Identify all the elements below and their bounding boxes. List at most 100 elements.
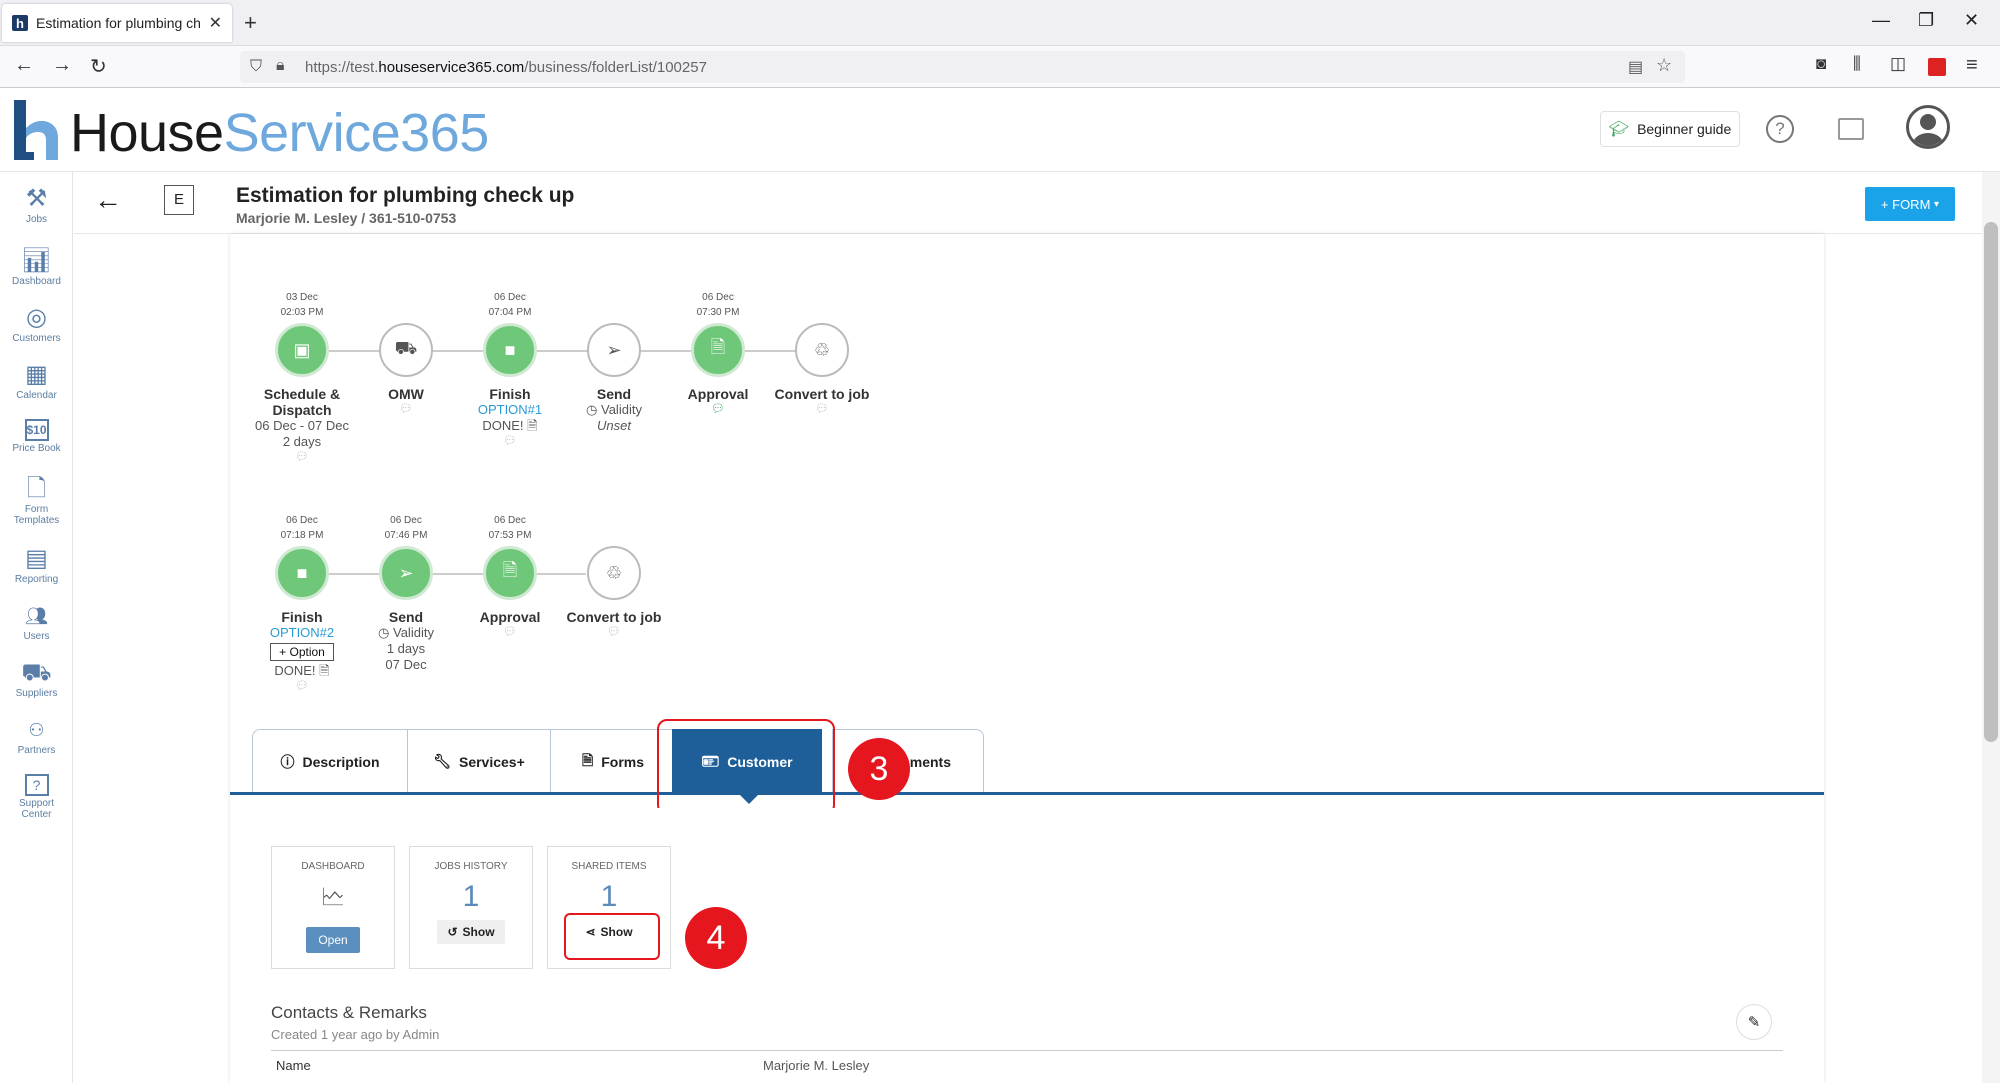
tab-services[interactable]: 🔧︎ Services+ — [407, 729, 551, 793]
clock-icon: ◷ — [586, 402, 598, 417]
send-step[interactable]: ➢ — [587, 323, 641, 377]
truck-icon: ⛟ — [394, 338, 418, 358]
node-label: Convert to job — [566, 609, 662, 625]
truck-icon: ⛟ — [21, 659, 52, 686]
schedule-dispatch-step[interactable]: ▣ — [275, 323, 329, 377]
avatar[interactable] — [1906, 105, 1950, 149]
node-labels: Convert to job 💬︎ — [559, 609, 669, 639]
document-icon[interactable]: 🗎︎ — [527, 418, 537, 433]
comment-icon[interactable]: 💬︎ — [663, 402, 773, 416]
sidebar-item-dashboard[interactable]: 📊︎ Dashboard — [0, 248, 73, 288]
sidebar-item-support-center[interactable]: ? Support Center — [0, 774, 73, 820]
address-bar[interactable]: ⛉ 🔒︎ https://test.houseservice365.com/bu… — [240, 51, 1685, 83]
lock-icon[interactable]: 🔒︎ — [276, 57, 285, 75]
sidebar-item-calendar[interactable]: ▦ Calendar — [0, 362, 73, 402]
finish-step[interactable]: ■ — [483, 323, 537, 377]
convert-to-job-step[interactable]: ♲ — [795, 323, 849, 377]
reader-view-icon[interactable]: ▤ — [1628, 57, 1643, 77]
help-icon[interactable]: ? — [1766, 115, 1794, 143]
page-title: Estimation for plumbing check up — [236, 184, 575, 207]
node-labels: Approval 💬︎ — [663, 386, 773, 416]
show-jobs-history-button[interactable]: ↺ Show — [437, 920, 505, 944]
validity-days: 1 days — [386, 641, 426, 656]
back-nav-icon[interactable]: ← — [14, 54, 34, 77]
sidebar-item-customers[interactable]: ◎ Customers — [0, 305, 73, 345]
comment-icon[interactable]: 💬︎ — [351, 402, 461, 416]
sidebar-item-label: Partners — [17, 745, 56, 756]
sidebar-item-form-templates[interactable]: 🗋︎ Form Templates — [0, 476, 73, 527]
annotation-marker-3: 3 — [848, 738, 910, 800]
timeline-node-schedule-dispatch[interactable]: 03 Dec 02:03 PM — [247, 290, 357, 320]
graduation-cap-icon: 🎓︎ — [1608, 121, 1630, 138]
add-option-button[interactable]: + Option — [270, 643, 334, 661]
sidebar-item-partners[interactable]: ⚇ Partners — [0, 717, 73, 756]
comment-icon[interactable]: 💬︎ — [767, 402, 877, 416]
reload-icon[interactable]: ↻ — [90, 54, 107, 79]
node-time: 07:46 PM — [384, 530, 428, 541]
back-arrow-icon[interactable]: ← — [94, 184, 122, 216]
sidebar-item-suppliers[interactable]: ⛟ Suppliers — [0, 659, 73, 700]
sidebar-item-jobs[interactable]: ⚒ Jobs — [0, 185, 73, 226]
user-avatar-icon — [1913, 114, 1943, 146]
scrollbar-thumb[interactable] — [1984, 222, 1998, 742]
dashboard-chart-icon: 🗠 — [320, 884, 346, 911]
finish-step-2[interactable]: ■ — [275, 546, 329, 600]
option-link[interactable]: OPTION#2 — [247, 625, 357, 641]
node-date: 06 Dec — [494, 292, 526, 303]
approval-step[interactable]: 🗎︎ — [691, 323, 745, 377]
comment-icon[interactable]: 💬︎ — [247, 679, 357, 693]
report-icon: ▤ — [25, 545, 48, 572]
open-dashboard-button[interactable]: Open — [306, 927, 360, 953]
sidebar-item-reporting[interactable]: ▤ Reporting — [0, 545, 73, 586]
node-label: Convert to job — [774, 386, 870, 402]
menu-icon[interactable]: ≡ — [1966, 54, 1978, 77]
minimize-icon[interactable]: — — [1872, 10, 1890, 31]
validity-label: Validity — [393, 625, 434, 640]
pocket-icon[interactable]: ◙ — [1816, 54, 1826, 74]
node-label: Send — [596, 386, 632, 402]
node-labels: Send ◷ Validity Unset — [559, 386, 669, 434]
comment-icon[interactable]: 💬︎ — [455, 625, 565, 639]
new-tab-icon[interactable]: + — [244, 10, 257, 36]
node-labels: Convert to job 💬︎ — [767, 386, 877, 416]
omw-step[interactable]: ⛟ — [379, 323, 433, 377]
folder-icon[interactable] — [1838, 118, 1864, 140]
sidebar-item-price-book[interactable]: $10 Price Book — [0, 419, 73, 454]
tab-description[interactable]: ⓘ Description — [252, 729, 408, 793]
sidebar-item-label: Center — [21, 809, 52, 820]
beginner-guide-button[interactable]: 🎓︎ Beginner guide — [1600, 111, 1740, 147]
comment-icon[interactable]: 💬︎ — [455, 434, 565, 448]
tools-icon: ⚒ — [25, 185, 48, 212]
sidebar-toggle-icon[interactable]: ◫ — [1890, 54, 1906, 74]
divider — [271, 1050, 1783, 1051]
close-tab-icon[interactable]: ✕ — [209, 13, 222, 33]
sidebar-item-label: Templates — [13, 515, 60, 526]
comment-icon[interactable]: 💬︎ — [559, 625, 669, 639]
add-form-button[interactable]: + FORM ▾ — [1865, 187, 1955, 221]
comment-icon[interactable]: 💬︎ — [247, 450, 357, 464]
document-icon[interactable]: 🗎︎ — [319, 663, 329, 678]
library-icon[interactable]: ⫼ — [1853, 54, 1861, 74]
send-step-2[interactable]: ➢ — [379, 546, 433, 600]
node-date: 06 Dec — [390, 515, 422, 526]
approval-step-2[interactable]: 🗎︎ — [483, 546, 537, 600]
bookmark-star-icon[interactable]: ☆ — [1656, 55, 1672, 76]
option-link[interactable]: OPTION#1 — [455, 402, 565, 418]
node-time: 07:53 PM — [488, 530, 532, 541]
restore-icon[interactable]: ❐ — [1918, 10, 1934, 31]
node-label: Finish — [489, 386, 531, 402]
logo-text: HouseService365 — [70, 103, 489, 163]
browser-tab[interactable]: h Estimation for plumbing check up ✕ — [2, 4, 232, 42]
browser-tab-bar: h Estimation for plumbing check up ✕ + —… — [0, 0, 2000, 46]
edit-pencil-icon[interactable]: ✎ — [1736, 1004, 1772, 1040]
shield-icon[interactable]: ⛉ — [250, 58, 262, 76]
node-label: Dispatch — [272, 402, 332, 418]
paper-plane-icon: ➢ — [606, 339, 622, 360]
sidebar-item-users[interactable]: 👥︎ Users — [0, 603, 73, 642]
timeline-node-approval-2: 06 Dec 07:53 PM — [455, 513, 565, 543]
forward-nav-icon[interactable]: → — [52, 54, 72, 77]
node-time: 02:03 PM — [280, 307, 324, 318]
convert-to-job-step-2[interactable]: ♲ — [587, 546, 641, 600]
window-close-icon[interactable]: ✕ — [1964, 10, 1979, 31]
extension-icon[interactable] — [1928, 58, 1946, 76]
